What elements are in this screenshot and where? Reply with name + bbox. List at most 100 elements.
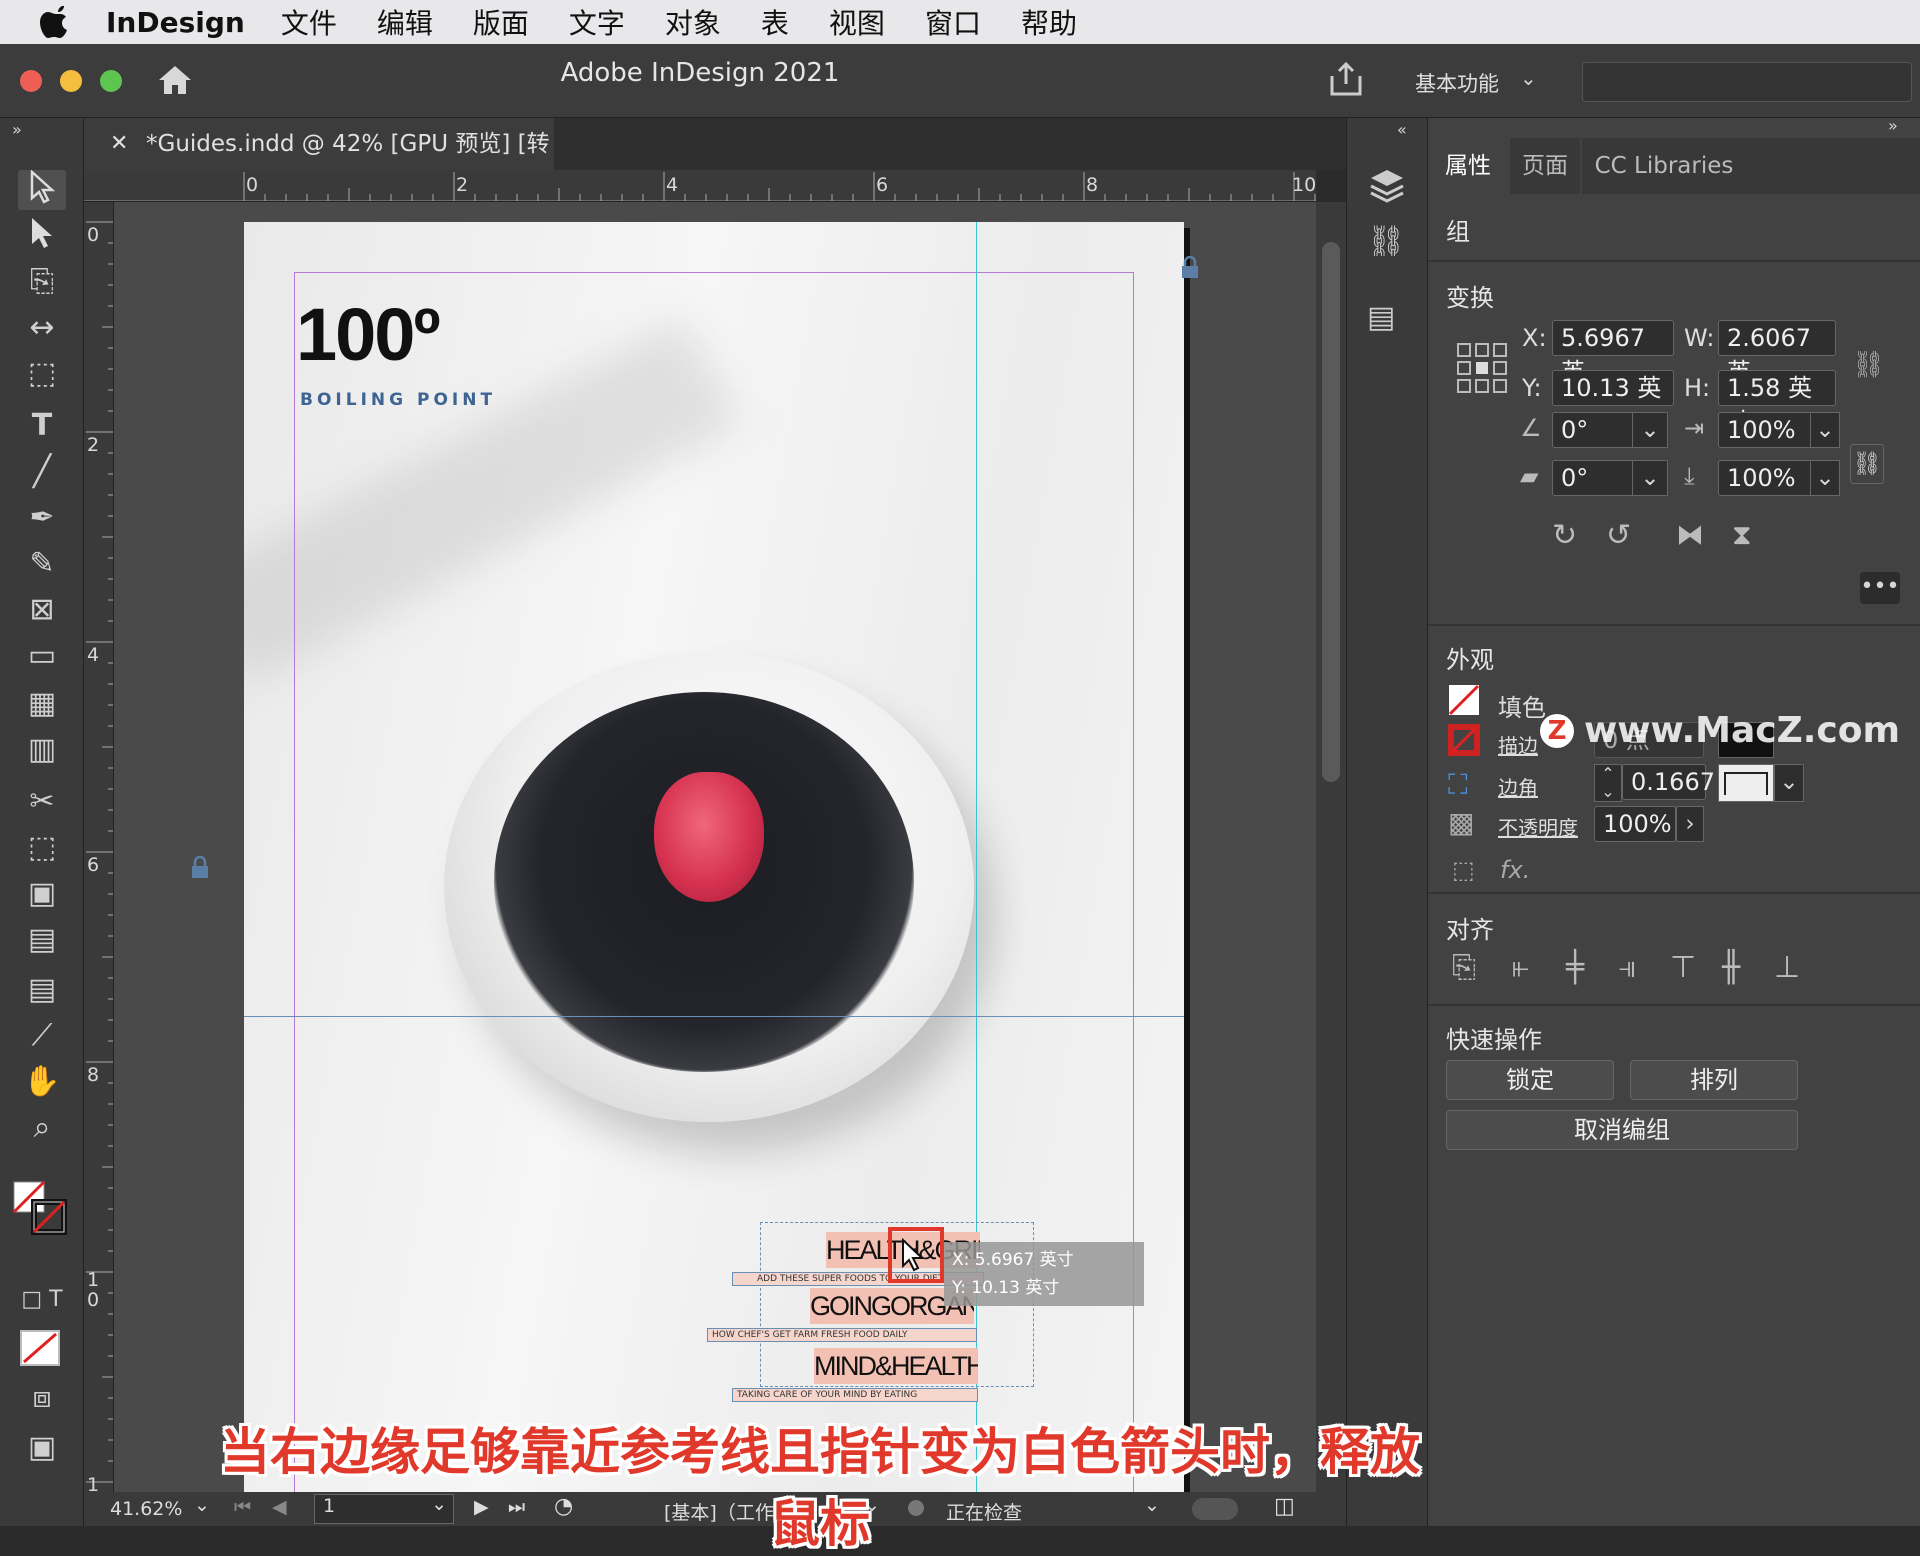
guide-lock-icon[interactable]: [190, 855, 210, 884]
ungroup-button[interactable]: 取消编组: [1446, 1110, 1798, 1150]
chevron-down-icon[interactable]: ⌄: [1520, 66, 1537, 90]
zoom-level[interactable]: 41.62%: [110, 1498, 182, 1520]
view-mode-icon[interactable]: ▣: [18, 1428, 66, 1468]
scale-y-field[interactable]: 100%: [1718, 460, 1814, 496]
rotate-ccw-icon[interactable]: ↺: [1606, 518, 1631, 553]
y-field[interactable]: 10.13 英: [1552, 370, 1674, 406]
align-horizontal-center-icon[interactable]: ╪: [1566, 950, 1584, 985]
close-window-button[interactable]: [20, 70, 42, 92]
free-transform-tool-icon[interactable]: ⬚: [18, 828, 66, 868]
menu-type[interactable]: 文字: [569, 2, 625, 42]
stroke-label[interactable]: 描边: [1498, 730, 1538, 759]
h-field[interactable]: 1.58 英寸: [1718, 370, 1836, 436]
text-wrap-icon[interactable]: ▤: [1367, 300, 1395, 335]
vertical-ruler[interactable]: 0 2 4 6 8 1 0 1: [84, 202, 114, 1492]
guide-lock-icon[interactable]: [1180, 255, 1200, 284]
tab-cc-libraries[interactable]: CC Libraries: [1582, 138, 1746, 194]
menu-layout[interactable]: 版面: [473, 2, 529, 42]
link-scale-icon[interactable]: ⛓: [1850, 444, 1884, 484]
screen-mode-icon[interactable]: ⧈: [18, 1378, 66, 1418]
arrange-button[interactable]: 排列: [1630, 1060, 1798, 1100]
menu-object[interactable]: 对象: [665, 2, 721, 42]
opacity-label[interactable]: 不透明度: [1498, 812, 1578, 841]
fill-swatch-icon[interactable]: [1448, 684, 1480, 722]
note-tool-icon[interactable]: ▤: [18, 970, 66, 1010]
align-to-selection-icon[interactable]: ⎘: [1452, 950, 1476, 985]
pasteboard[interactable]: 100º BOILING POINT HEALTH&GRIND ADD THES…: [114, 202, 1316, 1492]
table-tool-icon[interactable]: ▦: [18, 684, 66, 724]
apply-none-icon[interactable]: [20, 1330, 60, 1366]
stroke-swatch-icon[interactable]: [1448, 724, 1480, 762]
selection-tool-icon[interactable]: [18, 169, 66, 210]
hand-tool-icon[interactable]: ✋: [18, 1062, 66, 1102]
close-tab-icon[interactable]: ✕: [110, 118, 128, 170]
tab-properties[interactable]: 属性: [1428, 138, 1508, 194]
flip-horizontal-icon[interactable]: ⧓: [1676, 518, 1704, 551]
opacity-field[interactable]: 100%: [1594, 806, 1676, 842]
chevron-down-icon[interactable]: ⌄: [1810, 460, 1840, 496]
line-tool-icon[interactable]: ╱: [18, 452, 66, 492]
tab-pages[interactable]: 页面: [1510, 138, 1580, 194]
vertical-scrollbar[interactable]: [1316, 202, 1346, 1492]
zoom-window-button[interactable]: [100, 70, 122, 92]
menu-table[interactable]: 表: [761, 2, 789, 42]
zoom-tool-icon[interactable]: ⌕: [18, 1108, 66, 1148]
gradient-feather-tool-icon[interactable]: ▤: [18, 920, 66, 960]
share-icon[interactable]: [1328, 60, 1364, 102]
chevron-down-icon[interactable]: ⌄: [1774, 764, 1804, 802]
scale-x-field[interactable]: 100%: [1718, 412, 1814, 448]
menu-window[interactable]: 窗口: [925, 2, 981, 42]
apple-icon[interactable]: [40, 4, 76, 40]
pen-tool-icon[interactable]: ✒: [18, 498, 66, 538]
corner-size-field[interactable]: 0.1667: [1622, 764, 1715, 800]
menu-view[interactable]: 视图: [829, 2, 885, 42]
links-icon[interactable]: ⛓: [1367, 224, 1405, 259]
workspace-switcher[interactable]: 基本功能: [1415, 68, 1499, 98]
gap-tool-icon[interactable]: ↔: [18, 308, 66, 348]
page-tool-icon[interactable]: ⎘: [18, 262, 66, 302]
align-right-icon[interactable]: ⫣: [1618, 950, 1636, 985]
subhead[interactable]: BOILING POINT: [300, 390, 496, 410]
align-bottom-icon[interactable]: ⊥: [1774, 950, 1800, 985]
formatting-container-icon[interactable]: □ T: [18, 1280, 66, 1320]
align-vertical-center-icon[interactable]: ╫: [1722, 950, 1740, 985]
minimize-window-button[interactable]: [60, 70, 82, 92]
content-collector-icon[interactable]: ⬚: [18, 354, 66, 394]
horizontal-ruler[interactable]: 0 2 4 6 8 10: [84, 170, 1316, 202]
gradient-swatch-tool-icon[interactable]: ▣: [18, 874, 66, 914]
menu-file[interactable]: 文件: [281, 2, 337, 42]
fill-stroke-swatch[interactable]: [12, 1180, 72, 1236]
reference-point-icon[interactable]: [1456, 342, 1508, 400]
menu-app-name[interactable]: InDesign: [106, 6, 245, 39]
direct-selection-tool-icon[interactable]: [18, 216, 66, 256]
flip-vertical-icon[interactable]: ⧗: [1732, 518, 1752, 552]
w-field[interactable]: 2.6067 英: [1718, 320, 1836, 386]
text-frame-4[interactable]: HOW CHEF'S GET FARM FRESH FOOD DAILY: [707, 1328, 977, 1342]
x-field[interactable]: 5.6967 英: [1552, 320, 1674, 386]
collapse-chevron-icon[interactable]: «: [1397, 120, 1407, 139]
horizontal-guide[interactable]: [244, 1016, 1184, 1017]
scissors-tool-icon[interactable]: ✂: [18, 782, 66, 822]
collapse-chevron-icon[interactable]: »: [1888, 116, 1898, 135]
eyedropper-tool-icon[interactable]: ⟋: [18, 1016, 66, 1056]
corner-label[interactable]: 边角: [1498, 772, 1538, 801]
layers-icon[interactable]: [1367, 166, 1407, 210]
more-options-icon[interactable]: •••: [1860, 572, 1900, 604]
corner-stepper-icon[interactable]: ⌃ ⌄: [1594, 764, 1622, 802]
pencil-tool-icon[interactable]: ✎: [18, 544, 66, 584]
effects-icon[interactable]: fx.: [1500, 856, 1530, 884]
menu-help[interactable]: 帮助: [1021, 2, 1077, 42]
chevron-down-icon[interactable]: ⌄: [1632, 412, 1668, 448]
rectangle-tool-icon[interactable]: ▭: [18, 636, 66, 676]
collapse-chevron-icon[interactable]: »: [12, 120, 22, 139]
align-left-icon[interactable]: ⫦: [1512, 950, 1529, 985]
rotate-cw-icon[interactable]: ↻: [1552, 518, 1577, 553]
text-frame-6[interactable]: TAKING CARE OF YOUR MIND BY EATING: [732, 1388, 978, 1402]
type-tool-icon[interactable]: T: [18, 406, 66, 446]
home-icon[interactable]: [156, 62, 194, 102]
scrollbar-thumb[interactable]: [1322, 242, 1340, 782]
text-frame-5[interactable]: MIND&HEALTH: [814, 1348, 978, 1384]
lock-button[interactable]: 锁定: [1446, 1060, 1614, 1100]
document-page[interactable]: 100º BOILING POINT HEALTH&GRIND ADD THES…: [244, 222, 1184, 1492]
corner-shape-swatch[interactable]: [1718, 764, 1774, 802]
